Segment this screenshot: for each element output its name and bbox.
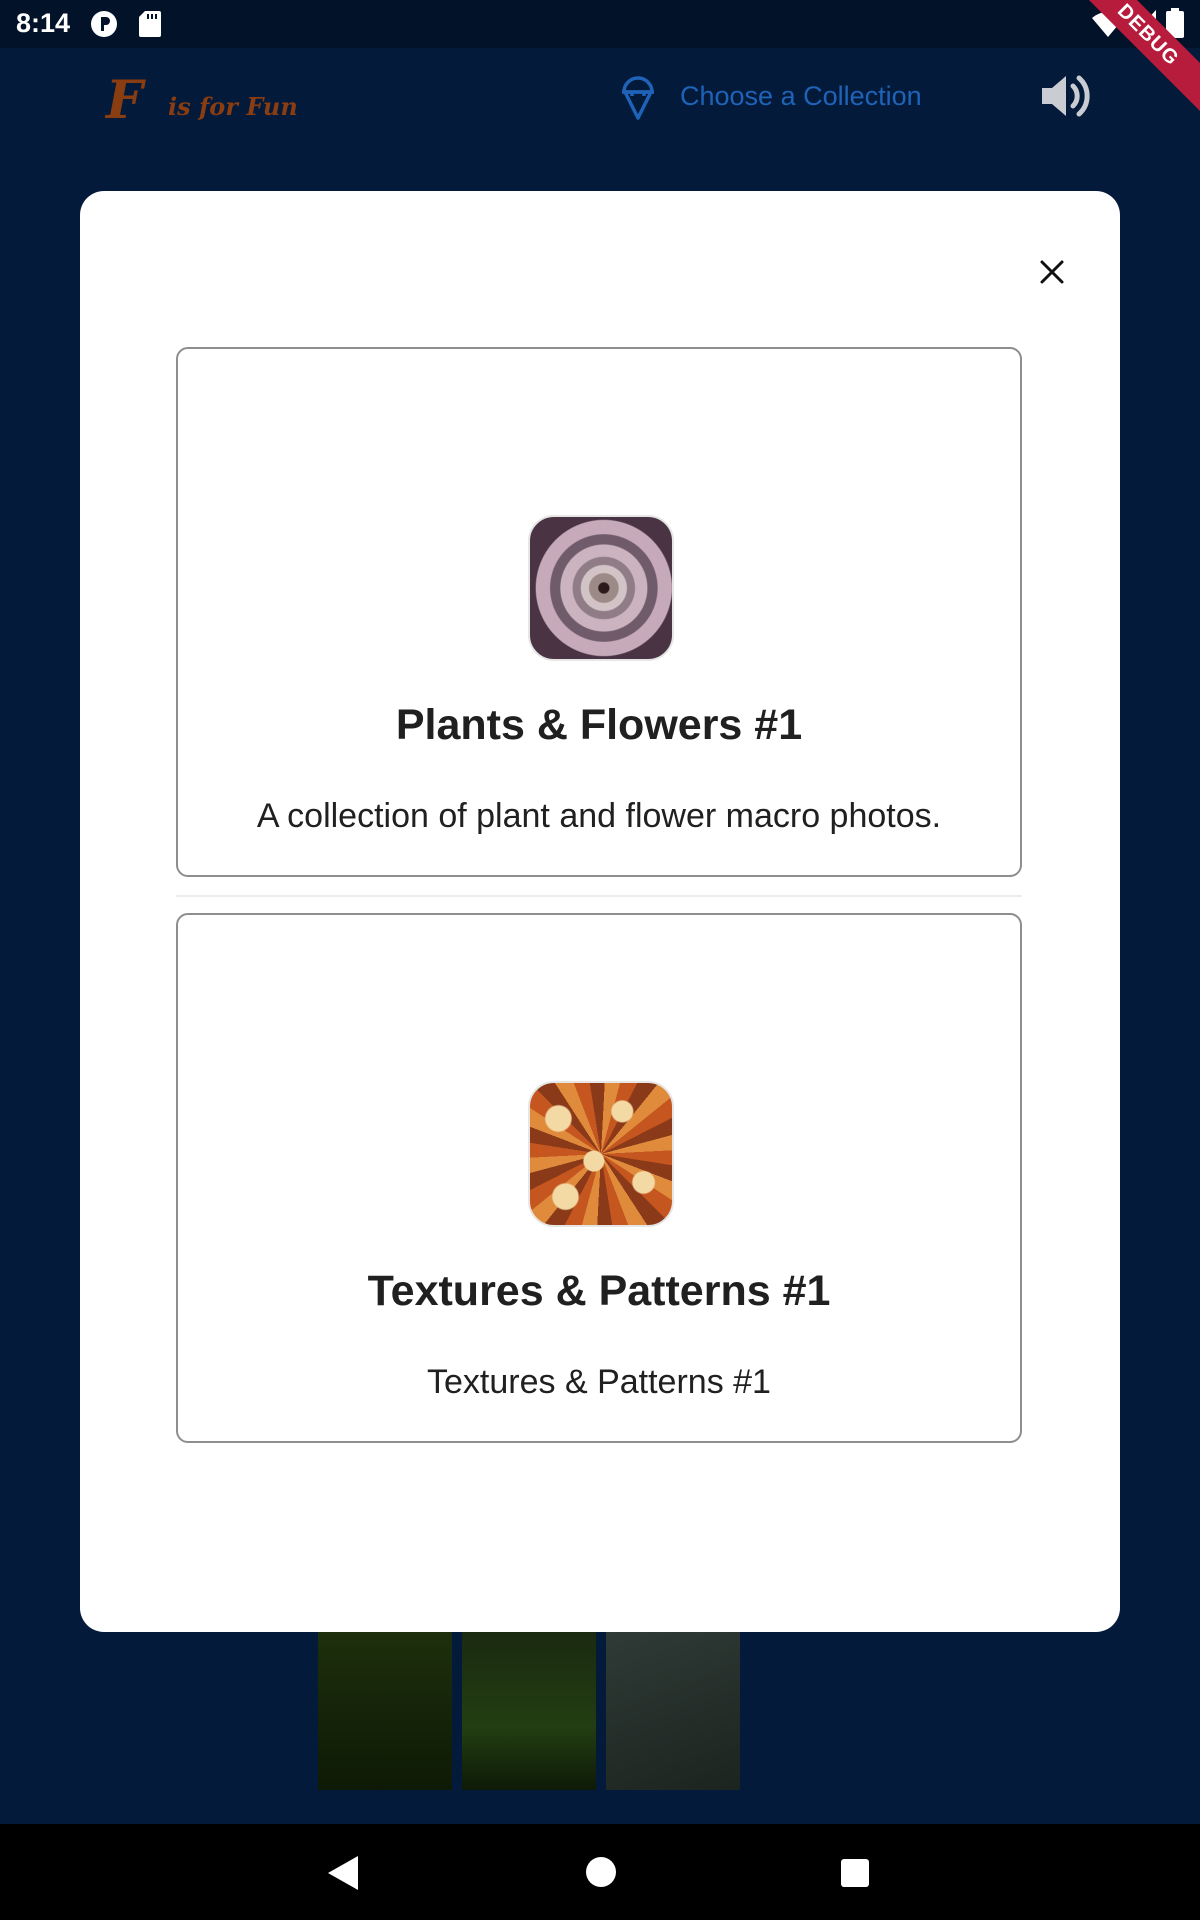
collection-description: Textures & Patterns #1 bbox=[427, 1363, 771, 1401]
status-time: 8:14 bbox=[16, 8, 71, 38]
recents-icon[interactable] bbox=[841, 1859, 869, 1887]
background-photo[interactable] bbox=[318, 1632, 452, 1790]
p-notification-icon bbox=[91, 11, 117, 37]
app-bar: F is for Fun Choose a Collection bbox=[0, 48, 1200, 144]
collection-card-textures-patterns[interactable]: Textures & Patterns #1 Textures & Patter… bbox=[176, 913, 1022, 1443]
collection-thumbnail bbox=[528, 515, 674, 661]
collection-thumbnail bbox=[528, 1081, 674, 1227]
logo-text: is for Fun bbox=[168, 92, 298, 121]
back-icon[interactable] bbox=[328, 1856, 358, 1890]
sd-card-icon bbox=[139, 11, 161, 37]
background-photo[interactable] bbox=[462, 1632, 596, 1790]
collection-title: Plants & Flowers #1 bbox=[395, 701, 803, 749]
background-photo[interactable] bbox=[606, 1632, 740, 1790]
home-icon[interactable] bbox=[586, 1857, 616, 1887]
choose-collection-button[interactable]: Choose a Collection bbox=[616, 72, 922, 120]
ice-cream-icon bbox=[622, 76, 654, 120]
status-bar: 8:14 bbox=[0, 0, 1200, 48]
collection-description: A collection of plant and flower macro p… bbox=[256, 797, 942, 835]
divider bbox=[176, 895, 1022, 897]
collection-card-plants-flowers[interactable]: Plants & Flowers #1 A collection of plan… bbox=[176, 347, 1022, 877]
volume-icon[interactable] bbox=[1038, 68, 1094, 124]
close-icon[interactable] bbox=[1026, 246, 1078, 298]
choose-collection-label: Choose a Collection bbox=[680, 80, 922, 111]
collection-title: Textures & Patterns #1 bbox=[367, 1267, 831, 1315]
logo-letter: F bbox=[106, 70, 143, 131]
